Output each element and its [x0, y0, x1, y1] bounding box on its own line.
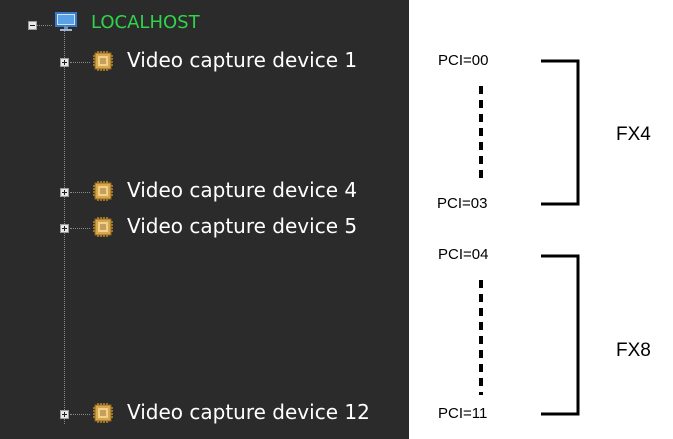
stage: LOCALHOST Video capture device 1 Video c… — [0, 0, 673, 439]
pci-label: PCI=03 — [437, 195, 488, 212]
pci-label: PCI=00 — [438, 52, 489, 69]
group-label-fx8: FX8 — [616, 340, 651, 361]
bracket-fx4 — [541, 59, 580, 206]
pci-label: PCI=04 — [438, 246, 489, 263]
annotation-overlay — [479, 59, 580, 416]
group-label-fx4: FX4 — [616, 124, 651, 145]
bracket-fx8 — [541, 254, 580, 416]
pci-label: PCI=11 — [438, 405, 488, 422]
